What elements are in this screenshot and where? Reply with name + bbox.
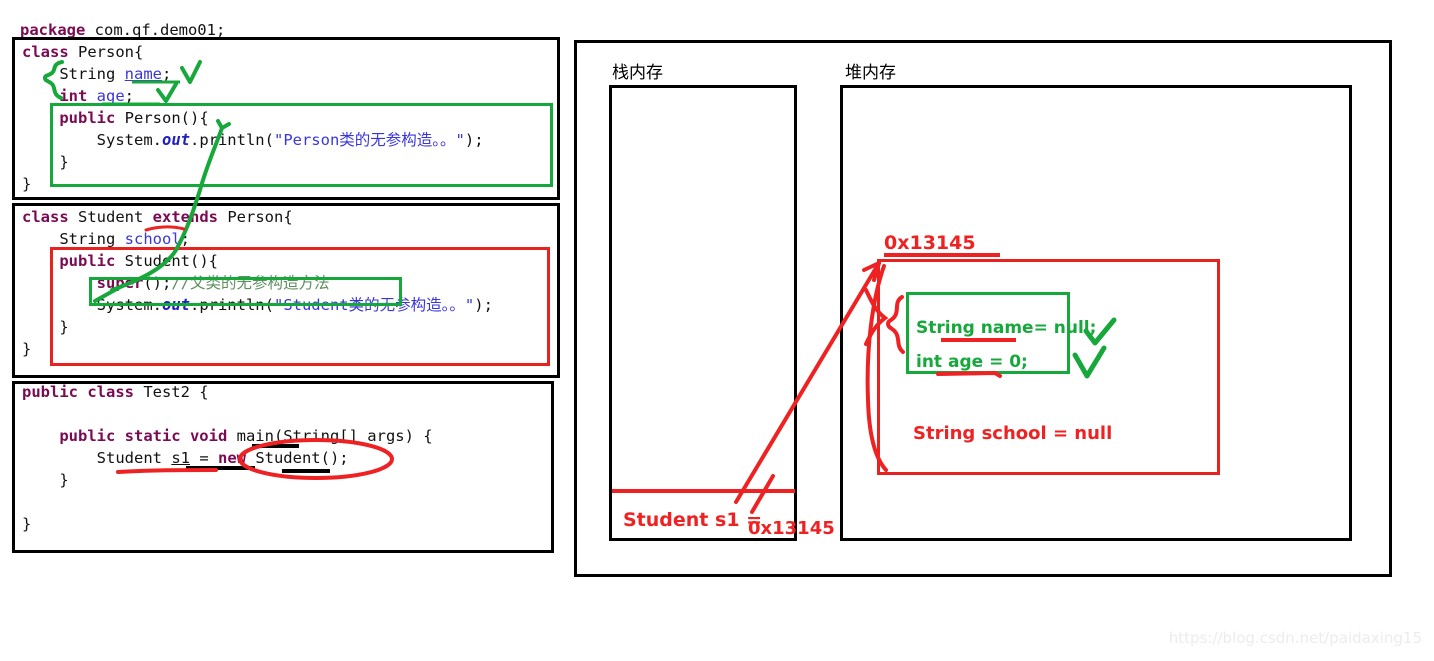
code-test2-text: public class Test2 { public static void … <box>22 381 562 535</box>
test2-line <box>22 403 562 425</box>
code-token: = <box>189 449 218 467</box>
annotation-green-box-super-call <box>89 277 402 306</box>
code-token: Person{ <box>68 43 144 61</box>
test2-line: Student s1 = new Student(); <box>22 447 562 469</box>
code-token: Person{ <box>218 208 293 226</box>
person-line: class Person{ <box>22 41 567 63</box>
stack-memory-box <box>609 85 797 541</box>
code-token: class <box>22 208 69 226</box>
code-token: name <box>124 65 162 83</box>
code-token: main(String[] args) { <box>227 427 433 445</box>
code-token: class <box>22 43 69 61</box>
code-token: new <box>217 449 246 467</box>
test2-line: public static void main(String[] args) { <box>22 425 562 447</box>
code-token: Test2 { <box>133 383 209 401</box>
test2-line: } <box>22 513 562 535</box>
heap-address-label: 0x13145 <box>884 232 976 254</box>
annotation-red-box-student-ctor <box>50 247 550 366</box>
code-token: Student <box>22 449 172 467</box>
code-token: } <box>22 340 32 358</box>
code-token: public static void <box>22 427 228 445</box>
annotation-green-box-person-ctor <box>50 103 553 187</box>
code-token: school <box>124 230 181 248</box>
student-line: class Student extends Person{ <box>22 206 567 228</box>
code-token: String <box>22 230 125 248</box>
code-token: public class <box>22 383 134 401</box>
code-token: extends <box>152 208 218 226</box>
code-token: } <box>22 175 32 193</box>
test2-line <box>22 491 562 513</box>
stack-memory-label: 栈内存 <box>612 63 663 83</box>
code-token: } <box>22 471 69 489</box>
test2-line: public class Test2 { <box>22 381 562 403</box>
code-token: } <box>22 515 32 533</box>
heap-field-school: String school = null <box>913 423 1113 444</box>
code-token: ; <box>180 230 190 248</box>
heap-field-name: String name= null; <box>916 318 1097 338</box>
test2-line: } <box>22 469 562 491</box>
code-token: ; <box>161 65 172 83</box>
heap-field-age: int age = 0; <box>916 352 1028 372</box>
code-token: Student(); <box>245 449 349 467</box>
code-token: Student <box>68 208 153 226</box>
code-token: String <box>22 65 125 83</box>
code-token: s1 <box>171 449 190 467</box>
stack-variable-value: 0x13145 <box>748 518 835 539</box>
heap-memory-label: 堆内存 <box>845 63 896 83</box>
stack-variable-label: Student s1 = <box>623 509 769 531</box>
screenshot-root: package com.qf.demo01; class Person{ Str… <box>0 0 1434 661</box>
watermark: https://blog.csdn.net/paidaxing15 <box>1168 629 1422 647</box>
person-line: String name; <box>22 63 567 85</box>
